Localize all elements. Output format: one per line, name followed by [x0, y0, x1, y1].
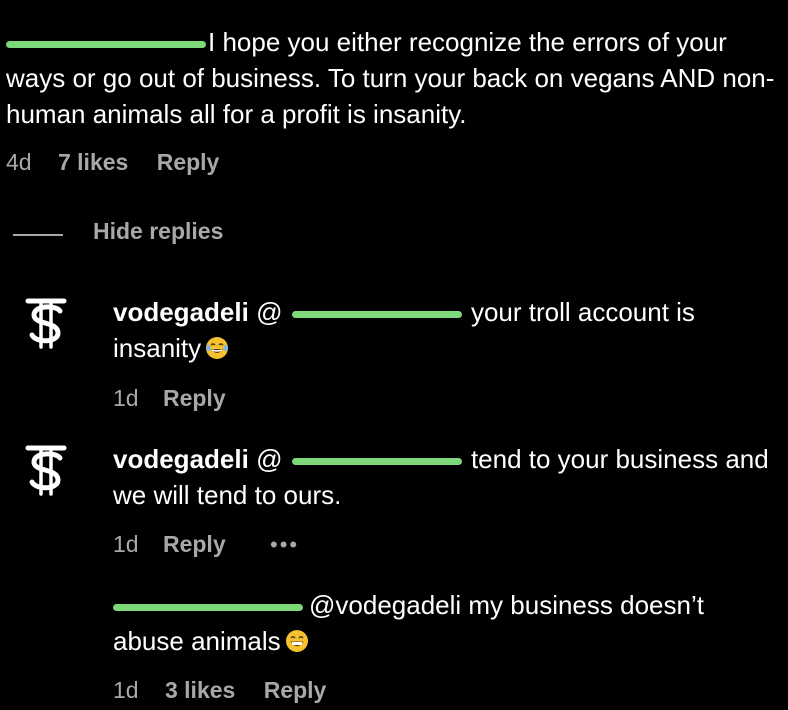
reply-1-username[interactable]: vodegadeli — [113, 297, 249, 327]
more-options-icon[interactable]: ••• — [270, 532, 299, 557]
reply-3-reply-button[interactable]: Reply — [264, 677, 327, 703]
comment-time: 4d — [6, 149, 32, 175]
dollar-logo-icon — [25, 298, 67, 349]
reply-2-meta: 1d Reply ••• — [113, 529, 299, 560]
reply-1-mention[interactable]: @ — [256, 297, 282, 327]
reply-2-reply-button[interactable]: Reply — [163, 531, 226, 557]
reply-1-reply-button[interactable]: Reply — [163, 385, 226, 411]
hide-replies-label: Hide replies — [93, 218, 224, 244]
comment-reply-button[interactable]: Reply — [157, 149, 220, 175]
reply-3-likes[interactable]: 3 likes — [165, 677, 235, 703]
reply-2-username[interactable]: vodegadeli — [113, 444, 249, 474]
redacted-mention — [291, 310, 462, 318]
reply-2-text: vodegadeli @ tend to your business and w… — [113, 441, 778, 513]
hide-replies-line — [13, 234, 63, 236]
comment-text: I hope you either recognize the errors o… — [6, 24, 786, 132]
top-comment: I hope you either recognize the errors o… — [6, 24, 786, 132]
reply-1-time: 1d — [113, 385, 139, 411]
reply-1-meta: 1d Reply — [113, 383, 226, 413]
reply-2-time: 1d — [113, 531, 139, 557]
avatar[interactable] — [22, 291, 70, 355]
grinning-emoji-icon — [285, 630, 308, 652]
reply-2-mention[interactable]: @ — [256, 444, 282, 474]
hide-replies-button[interactable]: Hide replies — [93, 216, 223, 246]
redacted-username — [113, 603, 303, 611]
avatar[interactable] — [22, 438, 70, 502]
dollar-logo-icon — [25, 445, 67, 496]
reply-3-text: @vodegadeli my business doesn’t abuse an… — [113, 587, 778, 659]
comment-likes[interactable]: 7 likes — [58, 149, 128, 175]
reply-3-meta: 1d 3 likes Reply — [113, 675, 326, 705]
reply-3-body: @vodegadeli my business doesn’t abuse an… — [113, 590, 704, 656]
laughing-tears-emoji-icon — [206, 337, 229, 359]
redacted-username — [6, 40, 206, 48]
comment-meta: 4d 7 likes Reply — [6, 147, 219, 177]
redacted-mention — [291, 457, 462, 465]
reply-3-time: 1d — [113, 677, 139, 703]
reply-1-text: vodegadeli @ your troll account is insan… — [113, 294, 773, 366]
